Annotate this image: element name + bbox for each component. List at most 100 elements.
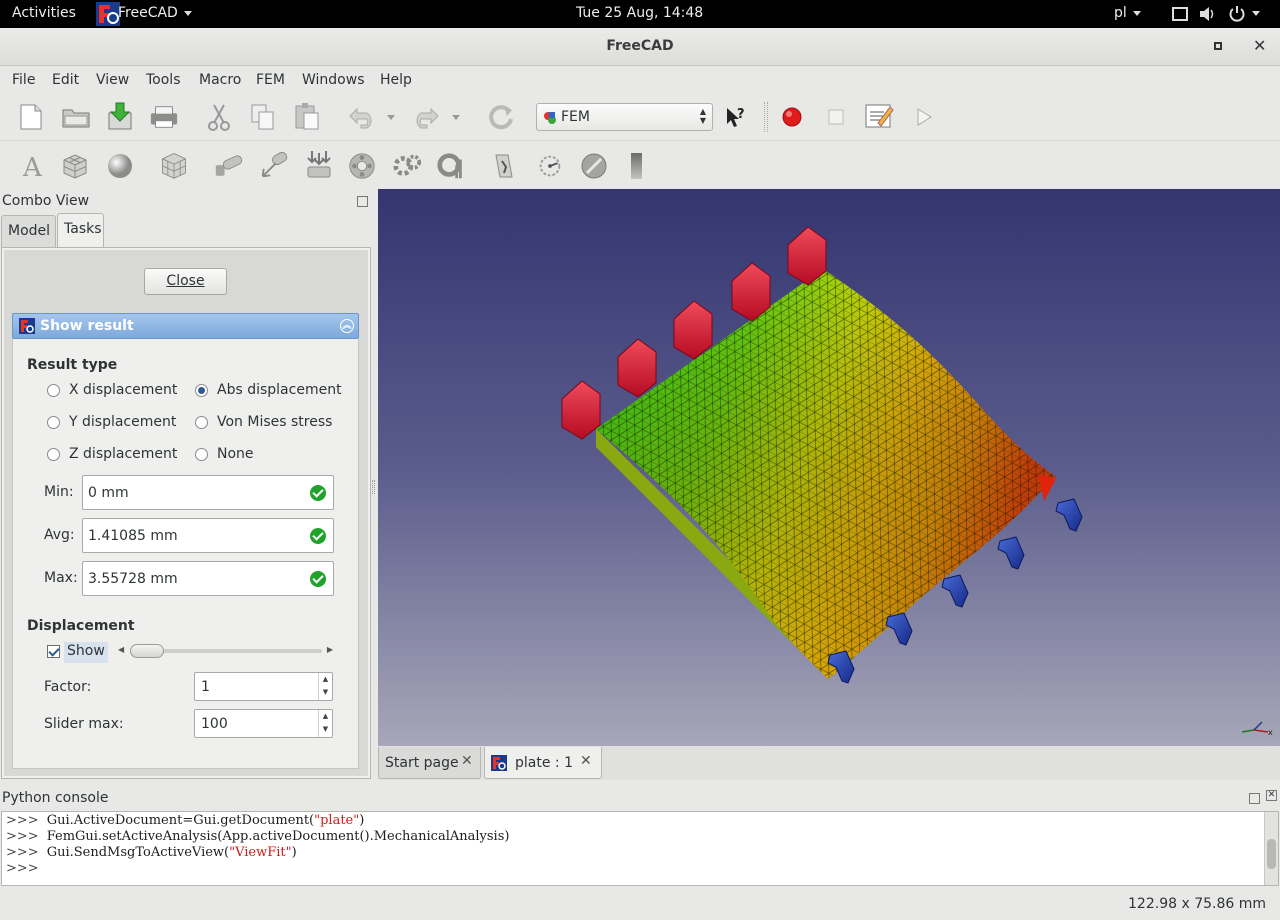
scrollbar-handle[interactable] (1267, 839, 1276, 869)
show-result-header[interactable]: Show result ︽ (12, 313, 359, 339)
radio-indicator (195, 448, 208, 461)
show-displacement-checkbox[interactable] (47, 645, 60, 658)
app-menu-label: FreeCAD (118, 5, 178, 21)
purge-results-icon[interactable] (579, 151, 609, 181)
menu-file[interactable]: File (12, 72, 35, 88)
document-tabs: Start page ✕ plate : 1 ✕ (378, 746, 1280, 780)
print-icon[interactable] (149, 102, 179, 132)
3d-viewport[interactable]: x (378, 189, 1280, 746)
tab-tasks[interactable]: Tasks (57, 213, 104, 247)
material-sphere-icon[interactable] (105, 151, 135, 181)
redo-dropdown-chevron-icon[interactable] (449, 102, 463, 132)
python-console-title: Python console (2, 790, 109, 806)
copy-icon[interactable] (248, 102, 278, 132)
panel-splitter[interactable] (372, 480, 375, 494)
spin-arrows-icon[interactable]: ▲ ▼ (318, 673, 332, 700)
slider-max-spinbox[interactable]: 100 ▲ ▼ (194, 709, 333, 738)
radio-label: Abs displacement (217, 382, 342, 398)
slider-handle[interactable] (130, 644, 164, 658)
paste-icon[interactable] (292, 101, 322, 131)
undo-icon[interactable] (347, 102, 377, 132)
avg-value-field[interactable]: 1.41085 mm (82, 518, 334, 553)
factor-value: 1 (201, 679, 210, 695)
tab-label: Start page (385, 755, 459, 771)
pulley-constraint-icon[interactable] (436, 151, 466, 181)
new-document-button[interactable] (16, 102, 46, 132)
show-result-icon[interactable] (622, 151, 652, 181)
console-line[interactable]: >>> (6, 861, 47, 876)
menu-fem[interactable]: FEM (256, 72, 285, 88)
restore-window-button[interactable] (1214, 42, 1222, 50)
keyboard-layout-menu[interactable]: pl (1114, 5, 1141, 21)
force-constraint-icon[interactable] (259, 151, 289, 181)
volume-icon[interactable] (1199, 6, 1217, 26)
displacement-slider[interactable]: ◀ ▶ (118, 644, 333, 658)
toolbar-grip[interactable] (764, 102, 768, 132)
pressure-constraint-icon[interactable] (304, 150, 334, 180)
run-calculix-icon[interactable] (535, 151, 565, 181)
slider-right-arrow-icon[interactable]: ▶ (327, 645, 333, 654)
edit-macro-icon[interactable] (864, 101, 894, 131)
clock[interactable]: Tue 25 Aug, 14:48 (576, 5, 703, 21)
undock-console-button[interactable] (1249, 793, 1260, 804)
tab-start-page[interactable]: Start page ✕ (378, 747, 481, 779)
close-tab-icon[interactable]: ✕ (461, 753, 473, 769)
create-analysis-icon[interactable]: A (18, 151, 48, 181)
menu-tools[interactable]: Tools (146, 72, 181, 88)
avg-label: Avg: (44, 527, 75, 543)
factor-label: Factor: (44, 679, 92, 695)
factor-spinbox[interactable]: 1 ▲ ▼ (194, 672, 333, 701)
activities-button[interactable]: Activities (12, 5, 76, 21)
record-macro-icon[interactable] (777, 102, 807, 132)
whats-this-help-icon[interactable]: ? (721, 102, 751, 132)
workbench-dropdown[interactable]: FEM ▲ ▼ (536, 103, 713, 131)
menu-view[interactable]: View (96, 72, 129, 88)
close-window-button[interactable]: ✕ (1253, 36, 1266, 55)
menu-windows[interactable]: Windows (302, 72, 365, 88)
console-line: >>> Gui.ActiveDocument=Gui.getDocument("p… (6, 813, 364, 828)
cut-icon[interactable] (204, 102, 234, 132)
max-value-field[interactable]: 3.55728 mm (82, 561, 334, 596)
svg-text:x: x (1268, 728, 1273, 736)
tab-plate[interactable]: plate : 1 ✕ (484, 747, 602, 779)
fixed-constraint-icon[interactable] (214, 151, 244, 181)
close-tab-icon[interactable]: ✕ (580, 753, 592, 769)
open-folder-icon[interactable] (61, 102, 91, 132)
menu-help[interactable]: Help (380, 72, 412, 88)
mesh-region-icon[interactable] (159, 150, 189, 180)
fem-result-icon (19, 318, 35, 334)
ok-check-icon (310, 571, 326, 587)
console-scrollbar[interactable] (1264, 812, 1278, 885)
undo-dropdown-chevron-icon[interactable] (384, 102, 398, 132)
spin-arrows-icon[interactable]: ▲ ▼ (318, 710, 332, 737)
close-console-button[interactable]: ✕ (1266, 790, 1277, 801)
radio-label: Von Mises stress (217, 414, 333, 430)
power-icon[interactable] (1228, 5, 1246, 27)
stop-macro-icon[interactable] (821, 102, 851, 132)
menu-edit[interactable]: Edit (52, 72, 79, 88)
refresh-icon[interactable] (486, 102, 516, 132)
execute-macro-icon[interactable] (909, 102, 939, 132)
redo-icon[interactable] (411, 102, 441, 132)
save-document-icon[interactable] (105, 101, 135, 131)
system-menu-chevron-icon[interactable] (1252, 5, 1260, 21)
window-icon[interactable] (1172, 6, 1188, 26)
undock-combo-view-button[interactable] (357, 196, 368, 207)
chevron-down-icon (1132, 10, 1141, 16)
min-value-field[interactable]: 0 mm (82, 475, 334, 510)
menu-macro[interactable]: Macro (199, 72, 241, 88)
close-task-button[interactable]: Close (144, 268, 227, 295)
app-menu[interactable]: FreeCAD (118, 5, 192, 21)
max-label: Max: (44, 570, 78, 586)
collapse-chevron-icon[interactable]: ︽ (340, 319, 354, 333)
bearing-constraint-icon[interactable] (347, 151, 377, 181)
gear-constraint-icon[interactable] (392, 151, 422, 181)
window-titlebar[interactable]: FreeCAD ✕ (0, 28, 1280, 66)
mesh-icon[interactable] (60, 151, 90, 181)
python-console[interactable]: >>> Gui.ActiveDocument=Gui.getDocument("p… (1, 811, 1279, 886)
show-displacement-label[interactable]: Show (64, 642, 108, 663)
tab-label: plate : 1 (515, 755, 573, 771)
slider-left-arrow-icon[interactable]: ◀ (118, 645, 124, 654)
tab-model[interactable]: Model (1, 215, 56, 247)
calculix-input-icon[interactable] (490, 151, 520, 181)
